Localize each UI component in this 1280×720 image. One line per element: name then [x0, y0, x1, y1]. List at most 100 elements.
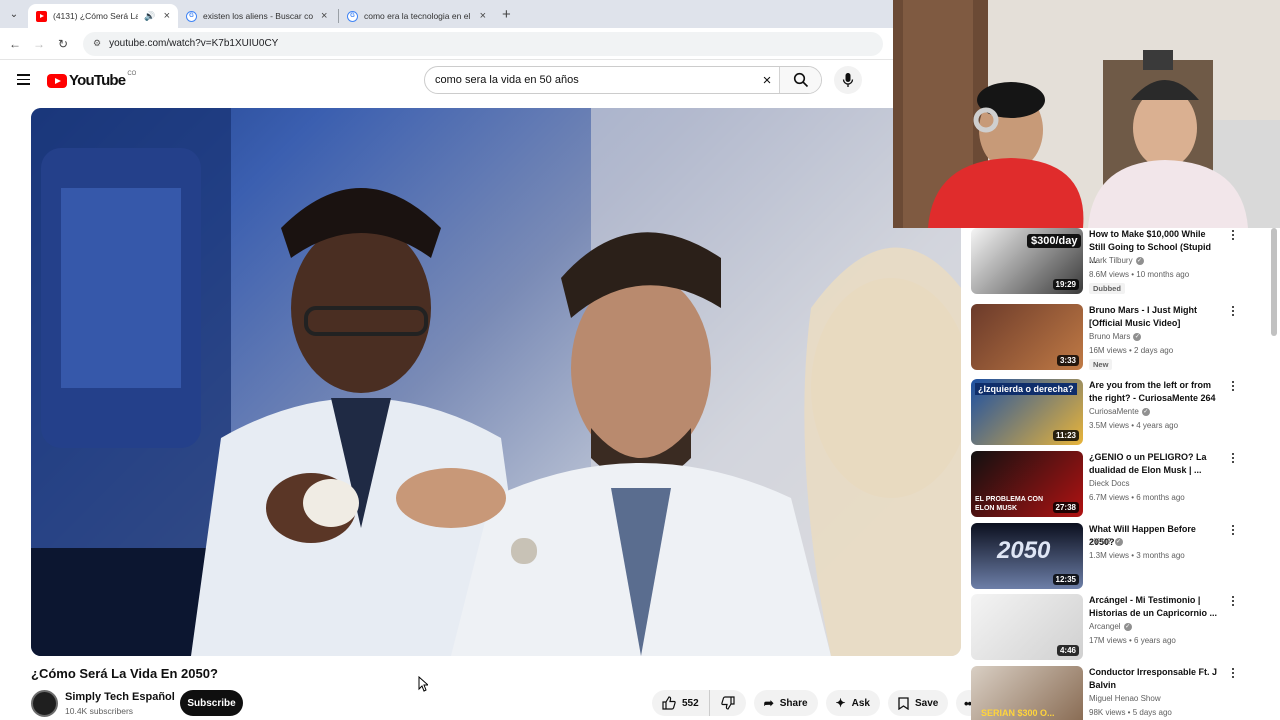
ask-label: Ask: [851, 697, 870, 709]
recommendation-item[interactable]: EL PROBLEMA CON ELON MUSK 27:38 ¿GENIO o…: [971, 451, 1251, 521]
like-button[interactable]: 552: [652, 690, 710, 716]
clear-search-icon[interactable]: ×: [755, 72, 779, 89]
forward-arrow-icon[interactable]: →: [27, 37, 51, 51]
video-thumbnail[interactable]: 3:33: [971, 304, 1083, 370]
thumbnail-text: SERIAN $300 O...: [981, 708, 1055, 718]
channel-name[interactable]: Simply Tech Español: [65, 691, 175, 703]
sparkle-icon: ✦: [835, 696, 846, 710]
more-vertical-icon[interactable]: [1227, 228, 1239, 242]
recommendation-channel[interactable]: Bruno Mars ✓: [1089, 332, 1142, 341]
share-arrow-icon: ➦: [763, 696, 774, 710]
subscribe-button[interactable]: Subscribe: [180, 690, 243, 716]
search-button[interactable]: [779, 67, 821, 93]
voice-search-button[interactable]: [834, 66, 862, 94]
browser-tab-search-tecnologia[interactable]: G como era la tecnologia en el añ ×: [339, 4, 494, 28]
browser-tab-youtube[interactable]: (4131) ¿Cómo Será La Vida 🔊 ×: [28, 4, 178, 28]
screen: ⌄ (4131) ¿Cómo Será La Vida 🔊 × G existe…: [0, 0, 1280, 720]
verified-check-icon: ✓: [1141, 407, 1150, 416]
recommendation-channel[interactable]: Mark Tilbury ✓: [1089, 256, 1144, 265]
close-tab-icon[interactable]: ×: [321, 10, 327, 22]
google-favicon-icon: G: [186, 10, 197, 22]
thumbs-up-icon: [662, 696, 676, 710]
thumbnail-text: $300/day: [1027, 234, 1082, 248]
share-button[interactable]: ➦ Share: [753, 690, 818, 716]
recommendation-channel[interactable]: CuriosaMente ✓: [1089, 407, 1150, 416]
menu-hamburger-icon[interactable]: [17, 74, 30, 85]
save-button[interactable]: Save: [887, 690, 949, 716]
channel-avatar[interactable]: [31, 690, 58, 717]
recommendation-title[interactable]: Are you from the left or from the right?…: [1089, 379, 1219, 405]
video-duration: 19:29: [1052, 279, 1079, 290]
video-duration: 12:35: [1052, 574, 1079, 585]
verified-check-icon: ✓: [1135, 256, 1144, 265]
video-thumbnail[interactable]: $300/day 19:29: [971, 228, 1083, 294]
video-thumbnail[interactable]: ¿Izquierda o derecha? 11:23: [971, 379, 1083, 445]
page-scrollbar[interactable]: [1271, 228, 1277, 336]
audio-playing-icon[interactable]: 🔊: [144, 11, 155, 22]
site-info-icon[interactable]: ⚙: [93, 38, 101, 49]
back-arrow-icon[interactable]: ←: [3, 37, 27, 51]
video-duration: 3:33: [1056, 355, 1079, 366]
browser-tab-search-aliens[interactable]: G existen los aliens - Buscar con G ×: [178, 4, 338, 28]
address-bar[interactable]: ⚙ youtube.com/watch?v=K7b1XUIU0CY: [83, 31, 883, 56]
mouse-cursor-icon: [418, 676, 428, 692]
recommendation-channel[interactable]: Dieck Docs: [1089, 479, 1129, 488]
more-vertical-icon[interactable]: [1227, 451, 1239, 465]
video-player[interactable]: [31, 108, 961, 656]
video-title: ¿Cómo Será La Vida En 2050?: [31, 666, 218, 681]
browser-tab-strip: ⌄ (4131) ¿Cómo Será La Vida 🔊 × G existe…: [0, 0, 893, 28]
video-thumbnail[interactable]: 2050 12:35: [971, 523, 1083, 589]
recommendation-meta: 8.6M views • 10 months ago: [1089, 270, 1190, 279]
recommendation-item[interactable]: 4:46 Arcángel - Mi Testimonio | Historia…: [971, 594, 1251, 664]
more-vertical-icon[interactable]: [1227, 304, 1239, 318]
video-duration: 27:38: [1052, 502, 1079, 513]
recommendation-channel[interactable]: Arcangel ✓: [1089, 622, 1132, 631]
recommendation-channel[interactable]: Miguel Henao Show: [1089, 694, 1161, 703]
search-icon: [793, 72, 808, 88]
webcam-streamers-image: [893, 0, 1280, 228]
more-vertical-icon[interactable]: [1227, 379, 1239, 393]
thumbnail-text: EL PROBLEMA CON ELON MUSK: [975, 496, 1044, 512]
subscriber-count: 10.4K subscribers: [65, 706, 134, 716]
google-favicon-icon: G: [347, 10, 358, 22]
tab-search-chevron-icon[interactable]: ⌄: [0, 0, 28, 28]
country-code: CO: [127, 70, 137, 77]
more-vertical-icon[interactable]: [1227, 594, 1239, 608]
recommendation-item[interactable]: $300/day 19:29 How to Make $10,000 While…: [971, 228, 1251, 298]
logo-text: YouTube: [69, 72, 126, 89]
tab-title: (4131) ¿Cómo Será La Vida: [53, 11, 139, 21]
webcam-overlay: [893, 0, 1280, 228]
recommendation-item[interactable]: 2050 12:35 What Will Happen Before 2050?…: [971, 523, 1251, 593]
recommendation-title[interactable]: ¿GENIO o un PELIGRO? La dualidad de Elon…: [1089, 451, 1219, 477]
recommendation-meta: 3.5M views • 4 years ago: [1089, 421, 1179, 430]
video-duration: 4:46: [1056, 645, 1079, 656]
recommendation-item[interactable]: 3:33 Bruno Mars - I Just Might [Official…: [971, 304, 1251, 374]
dubbed-badge: Dubbed: [1089, 283, 1125, 294]
close-tab-icon[interactable]: ×: [480, 10, 486, 22]
video-thumbnail[interactable]: 4:46: [971, 594, 1083, 660]
video-thumbnail[interactable]: SERIAN $300 O...: [971, 666, 1083, 720]
search-input[interactable]: como sera la vida en 50 años: [425, 74, 755, 86]
recommendation-meta: 16M views • 2 days ago: [1089, 346, 1174, 355]
recommendation-title[interactable]: Bruno Mars - I Just Might [Official Musi…: [1089, 304, 1219, 330]
dislike-button[interactable]: [710, 690, 746, 716]
recommendation-title[interactable]: Arcángel - Mi Testimonio | Historias de …: [1089, 594, 1219, 620]
more-vertical-icon[interactable]: [1227, 666, 1239, 680]
ask-button[interactable]: ✦ Ask: [825, 690, 880, 716]
more-vertical-icon[interactable]: [1227, 523, 1239, 537]
recommendation-item[interactable]: SERIAN $300 O... Conductor Irresponsable…: [971, 666, 1251, 720]
youtube-logo[interactable]: YouTube CO: [47, 70, 137, 89]
new-tab-plus-icon[interactable]: +: [502, 6, 511, 23]
reload-icon[interactable]: ↻: [51, 37, 75, 51]
verified-check-icon: ✓: [1133, 332, 1142, 341]
recommendation-item[interactable]: ¿Izquierda o derecha? 11:23 Are you from…: [971, 379, 1251, 449]
recommendation-title[interactable]: Conductor Irresponsable Ft. J Balvin: [1089, 666, 1219, 692]
recommendation-channel[interactable]: ¿Y si? ✓: [1089, 537, 1123, 546]
save-label: Save: [914, 697, 939, 709]
verified-check-icon: ✓: [1114, 537, 1123, 546]
video-thumbnail[interactable]: EL PROBLEMA CON ELON MUSK 27:38: [971, 451, 1083, 517]
thumbnail-text: 2050: [997, 537, 1051, 564]
tab-title: como era la tecnologia en el añ: [364, 11, 472, 21]
close-tab-icon[interactable]: ×: [164, 10, 170, 22]
recommendation-meta: 1.3M views • 3 months ago: [1089, 551, 1185, 560]
